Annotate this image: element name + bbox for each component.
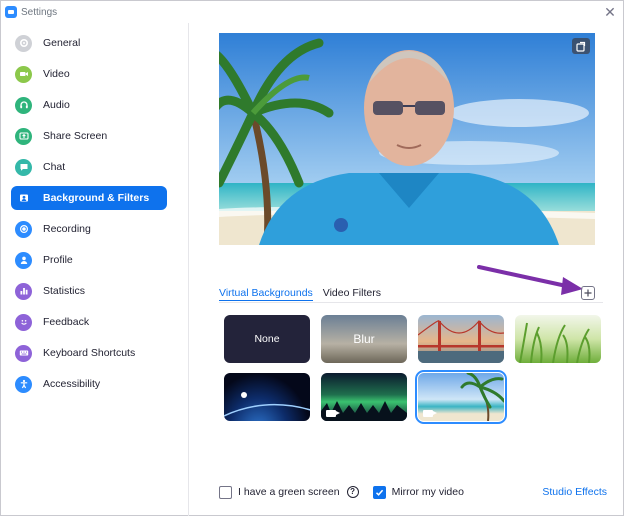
background-golden-gate[interactable]	[418, 315, 504, 363]
headphones-icon	[15, 96, 32, 114]
keyboard-icon	[15, 344, 32, 362]
tab-virtual-backgrounds[interactable]: Virtual Backgrounds	[219, 285, 313, 301]
sidebar-item-video[interactable]: Video	[11, 62, 167, 86]
video-background-icon	[423, 410, 437, 417]
preview-scene	[219, 33, 595, 245]
video-icon	[15, 65, 32, 83]
mirror-video-checkbox[interactable]	[372, 485, 386, 499]
tab-video-filters[interactable]: Video Filters	[323, 285, 381, 301]
checkmark-icon	[375, 489, 383, 496]
smiley-icon	[15, 313, 32, 331]
plus-icon	[584, 289, 592, 297]
sidebar-item-label: Recording	[43, 223, 91, 235]
background-earth[interactable]	[224, 373, 310, 421]
thumbnail-label: None	[254, 333, 280, 345]
sidebar-item-label: Audio	[43, 99, 70, 111]
sidebar-item-background-filters[interactable]: Background & Filters	[11, 186, 167, 210]
sidebar-item-label: Profile	[43, 254, 73, 266]
grass-image	[519, 322, 591, 363]
person-icon	[15, 251, 32, 269]
sidebar-item-label: General	[43, 37, 81, 49]
sidebar-item-label: Video	[43, 68, 70, 80]
chat-icon	[15, 158, 32, 176]
green-screen-label: I have a green screen	[238, 486, 340, 498]
add-background-button[interactable]	[581, 286, 595, 300]
rotate-camera-button[interactable]	[572, 38, 590, 54]
tabs-divider	[219, 302, 603, 303]
annotation-arrow	[477, 265, 583, 295]
sidebar-item-feedback[interactable]: Feedback	[11, 310, 167, 334]
studio-effects-link[interactable]: Studio Effects	[542, 486, 607, 498]
background-blur[interactable]: Blur	[321, 315, 407, 363]
sidebar-item-label: Keyboard Shortcuts	[43, 347, 136, 359]
sidebar-item-label: Feedback	[43, 316, 90, 328]
golden-gate-bridge-image	[418, 320, 504, 363]
footer-options: I have a green screen ? Mirror my video …	[219, 483, 607, 501]
sidebar-item-chat[interactable]: Chat	[11, 155, 167, 179]
accessibility-icon	[15, 375, 32, 393]
sidebar-item-keyboard-shortcuts[interactable]: Keyboard Shortcuts	[11, 341, 167, 365]
sidebar-item-general[interactable]: General	[11, 31, 167, 55]
window-title: Settings	[21, 6, 58, 18]
background-tabs: Virtual Backgrounds Video Filters	[219, 285, 381, 303]
mirror-video-label: Mirror my video	[391, 486, 464, 498]
sidebar-item-label: Share Screen	[43, 130, 108, 142]
rotate-icon	[576, 41, 586, 52]
sidebar-item-label: Background & Filters	[43, 192, 150, 204]
bar-chart-icon	[15, 282, 32, 300]
sidebar-item-audio[interactable]: Audio	[11, 93, 167, 117]
gear-icon	[15, 34, 32, 52]
sidebar-item-label: Accessibility	[43, 378, 101, 390]
sidebar-item-label: Statistics	[43, 285, 86, 297]
background-beach[interactable]	[415, 370, 507, 424]
background-none[interactable]: None	[224, 315, 310, 363]
thumbnail-label: Blur	[353, 332, 375, 346]
sidebar-item-statistics[interactable]: Statistics	[11, 279, 167, 303]
sidebar-item-accessibility[interactable]: Accessibility	[11, 372, 167, 396]
background-grass[interactable]	[515, 315, 601, 363]
sidebar-item-recording[interactable]: Recording	[11, 217, 167, 241]
zoom-app-icon	[5, 6, 17, 18]
green-screen-checkbox[interactable]	[219, 485, 232, 499]
portrait-icon	[15, 189, 32, 207]
title-bar: Settings ✕	[1, 1, 624, 23]
video-background-icon	[326, 410, 340, 417]
sidebar: General Video Audio Share Screen Chat Ba…	[1, 23, 189, 516]
sidebar-item-profile[interactable]: Profile	[11, 248, 167, 272]
record-icon	[15, 220, 32, 238]
close-icon[interactable]: ✕	[603, 5, 617, 19]
settings-window: Settings ✕ General Video Audio Share Scr…	[0, 0, 624, 516]
share-screen-icon	[15, 127, 32, 145]
video-preview	[219, 33, 595, 245]
help-icon[interactable]: ?	[346, 486, 359, 498]
sidebar-item-label: Chat	[43, 161, 66, 173]
background-aurora[interactable]	[321, 373, 407, 421]
sidebar-item-share-screen[interactable]: Share Screen	[11, 124, 167, 148]
earth-image	[224, 392, 310, 417]
